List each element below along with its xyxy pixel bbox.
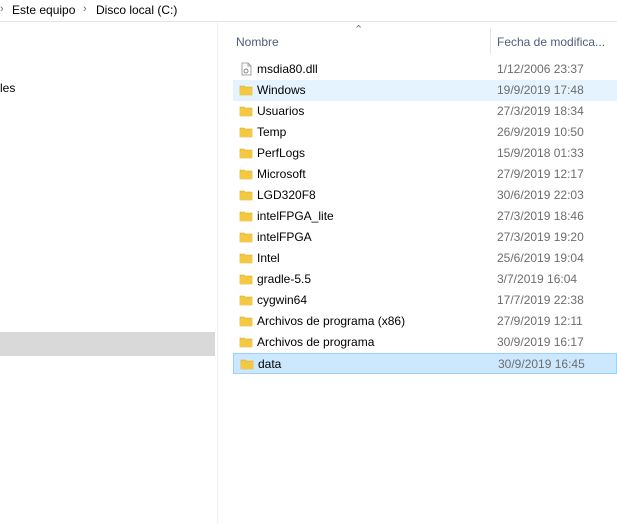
file-date: 27/3/2019 18:34 <box>497 104 584 118</box>
file-row[interactable]: cygwin64 17/7/2019 22:38 <box>233 290 617 311</box>
file-row[interactable]: Archivos de programa (x86) 27/9/2019 12:1… <box>233 311 617 332</box>
file-date: 30/6/2019 22:03 <box>497 188 584 202</box>
file-date: 26/9/2019 10:50 <box>497 125 584 139</box>
file-date: 1/12/2006 23:37 <box>497 62 584 76</box>
chevron-up-icon[interactable]: ⌃ <box>354 23 363 36</box>
file-row[interactable]: intelFPGA 27/3/2019 19:20 <box>233 227 617 248</box>
file-name: LGD320F8 <box>257 188 316 202</box>
folder-icon <box>239 293 253 307</box>
folder-icon <box>239 230 253 244</box>
file-name: intelFPGA_lite <box>257 209 334 223</box>
file-row[interactable]: Microsoft 27/9/2019 12:17 <box>233 164 617 185</box>
file-date: 27/9/2019 12:17 <box>497 167 584 181</box>
file-date: 15/9/2018 01:33 <box>497 146 584 160</box>
file-date: 17/7/2019 22:38 <box>497 293 584 307</box>
file-row[interactable]: Usuarios 27/3/2019 18:34 <box>233 101 617 122</box>
file-row[interactable]: PerfLogs 15/9/2018 01:33 <box>233 143 617 164</box>
file-name: gradle-5.5 <box>257 272 312 286</box>
pane-divider[interactable] <box>217 22 218 524</box>
sidebar-item-selected[interactable] <box>0 332 215 356</box>
breadcrumb: › Este equipo › Disco local (C:) <box>0 0 617 22</box>
file-date: 27/3/2019 18:46 <box>497 209 584 223</box>
file-name: msdia80.dll <box>257 62 318 76</box>
file-date: 30/9/2019 16:17 <box>497 335 584 349</box>
folder-icon <box>239 272 253 286</box>
file-row[interactable]: data 30/9/2019 16:45 <box>233 353 617 374</box>
file-date: 3/7/2019 16:04 <box>497 272 578 286</box>
breadcrumb-item-local-disk[interactable]: Disco local (C:) <box>96 3 177 17</box>
file-date: 19/9/2019 17:48 <box>497 83 584 97</box>
file-row[interactable]: Temp 26/9/2019 10:50 <box>233 122 617 143</box>
column-header-date[interactable]: Fecha de modifica... <box>497 35 605 49</box>
file-date: 27/3/2019 19:20 <box>497 230 584 244</box>
file-name: Archivos de programa (x86) <box>257 314 406 328</box>
folder-icon <box>239 146 253 160</box>
file-row[interactable]: Windows 19/9/2019 17:48 <box>233 80 617 101</box>
file-row[interactable]: gradle-5.5 3/7/2019 16:04 <box>233 269 617 290</box>
folder-icon <box>240 357 254 371</box>
file-name: Microsoft <box>257 167 306 181</box>
folder-icon <box>239 104 253 118</box>
column-header-name[interactable]: Nombre <box>236 35 279 49</box>
navigation-pane: les <box>0 22 215 524</box>
chevron-right-icon[interactable]: › <box>83 3 87 15</box>
folder-icon <box>239 251 253 265</box>
folder-icon <box>239 188 253 202</box>
file-row[interactable]: Archivos de programa 30/9/2019 16:17 <box>233 332 617 353</box>
file-name: Archivos de programa <box>257 335 375 349</box>
file-date: 30/9/2019 16:45 <box>498 357 585 371</box>
folder-icon <box>239 83 253 97</box>
file-name: intelFPGA <box>257 230 312 244</box>
sidebar-item-partial[interactable]: les <box>0 81 15 95</box>
file-name: PerfLogs <box>257 146 306 160</box>
folder-icon <box>239 209 253 223</box>
file-row[interactable]: msdia80.dll 1/12/2006 23:37 <box>233 59 617 80</box>
file-name: Usuarios <box>257 104 305 118</box>
file-name: Windows <box>257 83 306 97</box>
file-date: 27/9/2019 12:11 <box>497 314 583 328</box>
folder-icon <box>239 167 253 181</box>
column-separator[interactable] <box>490 28 491 54</box>
file-row[interactable]: LGD320F8 30/6/2019 22:03 <box>233 185 617 206</box>
file-icon <box>239 62 253 76</box>
file-row[interactable]: intelFPGA_lite 27/3/2019 18:46 <box>233 206 617 227</box>
file-name: Temp <box>257 125 287 139</box>
file-row[interactable]: Intel 25/6/2019 19:04 <box>233 248 617 269</box>
chevron-right-icon[interactable]: › <box>0 3 4 15</box>
file-name: Intel <box>257 251 280 265</box>
breadcrumb-item-this-pc[interactable]: Este equipo <box>12 3 75 17</box>
folder-icon <box>239 335 253 349</box>
file-name: cygwin64 <box>257 293 308 307</box>
folder-icon <box>239 125 253 139</box>
file-name: data <box>258 357 282 371</box>
file-date: 25/6/2019 19:04 <box>497 251 584 265</box>
folder-icon <box>239 314 253 328</box>
